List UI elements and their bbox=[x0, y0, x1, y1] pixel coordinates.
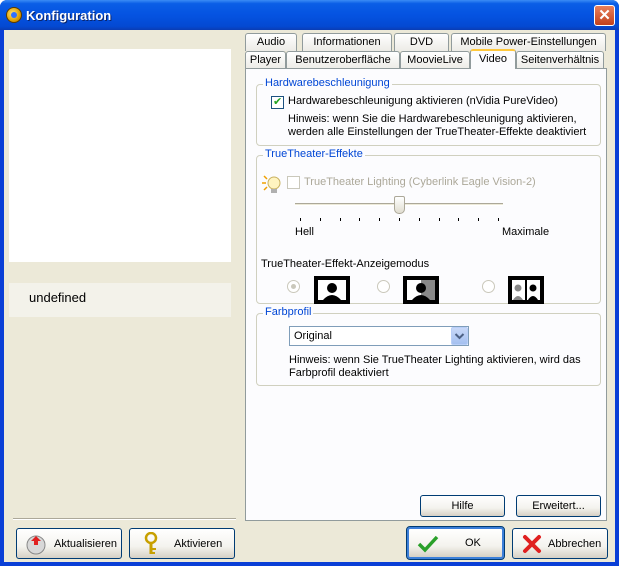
mode-radio-3[interactable] bbox=[482, 280, 495, 293]
tab-dvd-label: DVD bbox=[409, 36, 434, 48]
mode-radio-2[interactable] bbox=[377, 280, 390, 293]
window-title: Konfiguration bbox=[26, 8, 112, 23]
tab-player[interactable]: Player bbox=[245, 51, 286, 69]
slider-tick bbox=[458, 218, 459, 221]
red-x-icon bbox=[523, 535, 541, 553]
slider-max-label: Maximale bbox=[502, 226, 550, 238]
colorprofile-group: Farbprofil Original Hinweis: wenn Sie Tr… bbox=[256, 306, 601, 386]
help-button[interactable]: Hilfe bbox=[420, 495, 505, 517]
cancel-button[interactable]: Abbrechen bbox=[512, 528, 608, 559]
tab-audio-label: Audio bbox=[256, 36, 286, 48]
tab-mobile-power-label: Mobile Power-Einstellungen bbox=[460, 36, 597, 48]
dropdown-arrow-button[interactable] bbox=[451, 327, 468, 345]
left-list-item[interactable]: undefined bbox=[9, 283, 231, 317]
left-list-item-label: undefined bbox=[29, 290, 87, 305]
tab-informationen[interactable]: Informationen bbox=[302, 33, 392, 51]
cancel-label: Abbrechen bbox=[548, 538, 602, 550]
advanced-button[interactable]: Erweitert... bbox=[516, 495, 601, 517]
tab-moovielive-label: MoovieLive bbox=[407, 54, 463, 66]
colorprofile-selected: Original bbox=[294, 330, 332, 342]
video-tab-panel: Hardwarebeschleunigung Hardwarebeschleun… bbox=[245, 68, 607, 521]
slider-tick bbox=[399, 218, 400, 221]
hardware-group-label: Hardwarebeschleunigung bbox=[263, 77, 392, 89]
truetheater-lighting-checkbox[interactable] bbox=[287, 176, 300, 189]
slider-tick bbox=[419, 218, 420, 221]
display-mode-label: TrueTheater-Effekt-Anzeigemodus bbox=[261, 258, 430, 270]
slider-tick bbox=[320, 218, 321, 221]
colorprofile-select[interactable]: Original bbox=[289, 326, 469, 346]
tab-benutzeroberflaeche-label: Benutzeroberfläche bbox=[295, 54, 391, 66]
mode-compare-icon bbox=[508, 276, 544, 304]
tab-dvd[interactable]: DVD bbox=[394, 33, 449, 51]
key-icon bbox=[144, 532, 158, 554]
activate-label: Aktivieren bbox=[174, 538, 223, 550]
refresh-label: Aktualisieren bbox=[54, 538, 117, 550]
config-window: Konfiguration ✕ undefined Aktualisieren … bbox=[0, 0, 619, 566]
slider-tick bbox=[340, 218, 341, 221]
app-icon bbox=[6, 7, 22, 23]
left-separator bbox=[13, 518, 236, 520]
dialog-body: undefined Aktualisieren Aktivieren Audio… bbox=[4, 30, 615, 562]
colorprofile-hint-line2: Farbprofil deaktiviert bbox=[289, 367, 389, 379]
close-button[interactable]: ✕ bbox=[594, 5, 615, 26]
tab-benutzeroberflaeche[interactable]: Benutzeroberfläche bbox=[286, 51, 400, 69]
tab-seitenverhaeltnis[interactable]: Seitenverhältnis bbox=[516, 51, 604, 69]
refresh-button[interactable]: Aktualisieren bbox=[16, 528, 122, 559]
slider-tick bbox=[300, 218, 301, 221]
ok-button[interactable]: OK bbox=[406, 526, 505, 560]
tab-moovielive[interactable]: MoovieLive bbox=[400, 51, 470, 69]
colorprofile-group-label: Farbprofil bbox=[263, 306, 314, 318]
hardware-accel-checkbox[interactable] bbox=[271, 95, 284, 109]
tab-audio[interactable]: Audio bbox=[245, 33, 297, 51]
hardware-group: Hardwarebeschleunigung Hardwarebeschleun… bbox=[256, 77, 601, 146]
truetheater-group: TrueTheater-Effekte TrueTheater Lighting… bbox=[256, 148, 601, 304]
tab-seitenverhaeltnis-label: Seitenverhältnis bbox=[520, 54, 600, 66]
lighting-slider[interactable] bbox=[295, 196, 505, 226]
mode-full-icon bbox=[314, 276, 350, 304]
slider-thumb[interactable] bbox=[394, 196, 405, 214]
checkmark-icon bbox=[417, 535, 439, 553]
slider-tick bbox=[359, 218, 360, 221]
preview-area bbox=[9, 49, 231, 262]
slider-tick bbox=[379, 218, 380, 221]
refresh-icon bbox=[26, 535, 46, 555]
hardware-hint-line2: werden alle Einstellungen der TrueTheate… bbox=[288, 126, 587, 138]
colorprofile-hint-line1: Hinweis: wenn Sie TrueTheater Lighting a… bbox=[289, 354, 581, 366]
lightbulb-icon bbox=[262, 175, 281, 193]
hardware-accel-label: Hardwarebeschleunigung aktivieren (nVidi… bbox=[288, 95, 558, 107]
mode-split-icon bbox=[403, 276, 439, 304]
tab-informationen-label: Informationen bbox=[313, 36, 381, 48]
tab-player-label: Player bbox=[249, 54, 282, 66]
slider-tick bbox=[478, 218, 479, 221]
slider-tick bbox=[439, 218, 440, 221]
chevron-down-icon bbox=[454, 333, 465, 340]
ok-label: OK bbox=[465, 537, 481, 549]
hardware-hint-line1: Hinweis: wenn Sie die Hardwarebeschleuni… bbox=[288, 113, 577, 125]
truetheater-group-label: TrueTheater-Effekte bbox=[263, 148, 365, 160]
tab-video-label: Video bbox=[479, 53, 507, 65]
help-label: Hilfe bbox=[451, 500, 474, 512]
slider-min-label: Hell bbox=[295, 226, 314, 238]
title-bar[interactable]: Konfiguration ✕ bbox=[0, 0, 619, 30]
tab-video[interactable]: Video bbox=[470, 49, 516, 69]
activate-button[interactable]: Aktivieren bbox=[129, 528, 235, 559]
advanced-label: Erweitert... bbox=[532, 500, 585, 512]
mode-radio-1[interactable] bbox=[287, 280, 300, 293]
truetheater-lighting-label: TrueTheater Lighting (Cyberlink Eagle Vi… bbox=[304, 176, 536, 188]
slider-tick bbox=[498, 218, 499, 221]
